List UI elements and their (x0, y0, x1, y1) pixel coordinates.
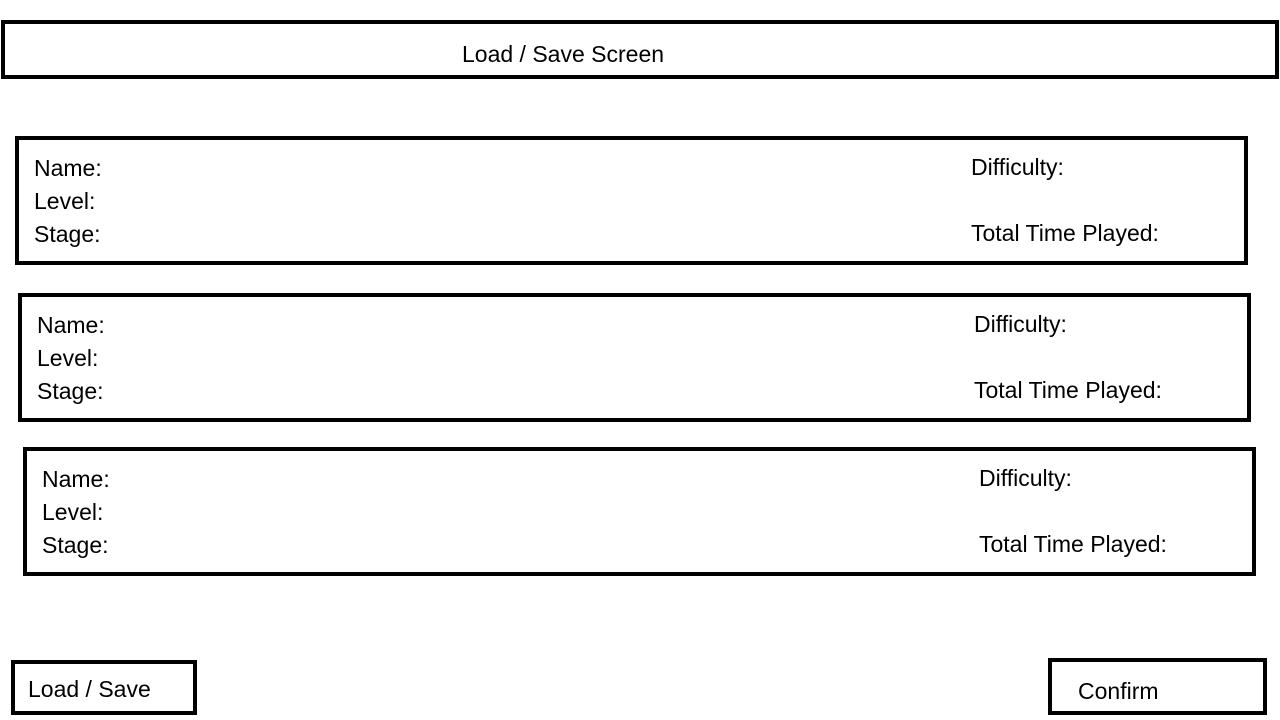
slot-name-label: Name: (42, 466, 110, 492)
title-bar: Load / Save Screen (1, 20, 1279, 79)
save-slot-3[interactable]: Name: Level: Stage: Difficulty: Total Ti… (23, 447, 1256, 576)
slot-difficulty-label: Difficulty: (979, 465, 1072, 491)
slot-time-played-label: Total Time Played: (974, 377, 1162, 403)
slot-difficulty-label: Difficulty: (974, 311, 1067, 337)
load-save-button[interactable]: Load / Save (11, 660, 197, 715)
slot-name-label: Name: (34, 155, 102, 181)
slot-level-label: Level: (37, 345, 99, 371)
save-slot-1[interactable]: Name: Level: Stage: Difficulty: Total Ti… (15, 136, 1248, 265)
slot-stage-label: Stage: (37, 378, 104, 404)
save-slot-2[interactable]: Name: Level: Stage: Difficulty: Total Ti… (18, 293, 1251, 422)
slot-time-played-label: Total Time Played: (971, 220, 1159, 246)
page-title: Load / Save Screen (462, 41, 665, 67)
slot-stage-label: Stage: (34, 221, 101, 247)
slot-difficulty-label: Difficulty: (971, 154, 1064, 180)
confirm-button[interactable]: Confirm (1048, 658, 1267, 715)
slot-name-label: Name: (37, 312, 105, 338)
slot-stage-label: Stage: (42, 532, 109, 558)
confirm-button-label: Confirm (1078, 678, 1159, 704)
slot-time-played-label: Total Time Played: (979, 531, 1167, 557)
load-save-button-label: Load / Save (28, 676, 151, 702)
slot-level-label: Level: (34, 188, 96, 214)
slot-level-label: Level: (42, 499, 104, 525)
